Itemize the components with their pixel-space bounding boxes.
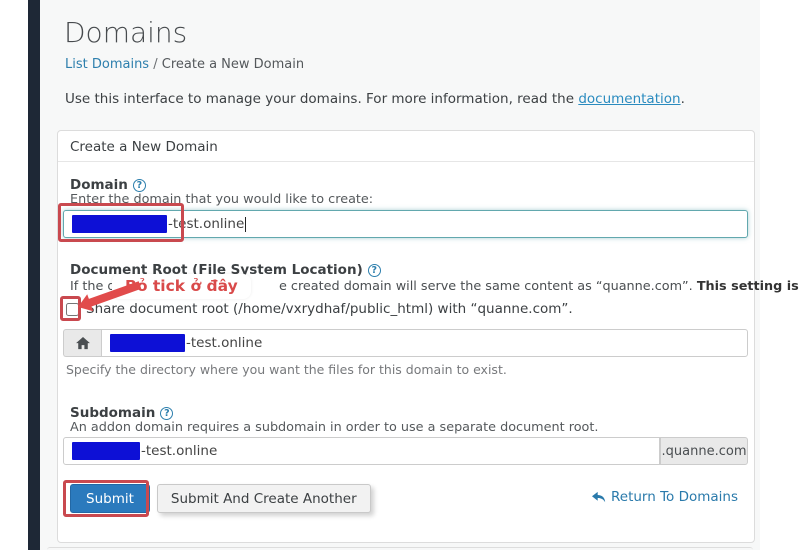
subdomain-field-hint: An addon domain requires a subdomain in … (70, 420, 598, 435)
create-domain-panel: Create a New Domain Domain? Enter the do… (57, 130, 755, 543)
docroot-desc-permanent: This setting is permanent. (697, 279, 800, 294)
docroot-input[interactable]: -test.online (101, 329, 748, 357)
share-docroot-label[interactable]: Share document root (/home/vxrydhaf/publ… (86, 301, 573, 317)
subdomain-suffix-addon: .quanne.com (660, 437, 748, 465)
docroot-input-value: -test.online (186, 335, 262, 351)
intro-before: Use this interface to manage your domain… (65, 91, 578, 107)
intro-after: . (681, 91, 685, 107)
share-docroot-checkbox[interactable] (66, 303, 79, 316)
redacted-subdomain-prefix (72, 442, 140, 460)
domain-field-label: Domain? (70, 174, 146, 193)
submit-and-create-another-button[interactable]: Submit And Create Another (157, 484, 371, 513)
subdomain-field-label: Subdomain? (70, 402, 173, 421)
help-icon[interactable]: ? (160, 407, 173, 420)
docroot-input-group: -test.online (63, 329, 748, 357)
breadcrumb-list-domains-link[interactable]: List Domains (65, 57, 149, 72)
reply-arrow-icon (591, 491, 606, 504)
domain-input[interactable]: -test.online (63, 210, 748, 238)
return-link-label: Return To Domains (611, 489, 738, 505)
subdomain-input[interactable]: -test.online (63, 437, 660, 465)
redacted-path-prefix (110, 334, 185, 352)
intro-text: Use this interface to manage your domain… (65, 91, 685, 107)
home-icon (63, 329, 101, 357)
breadcrumb-current: Create a New Domain (162, 57, 304, 72)
help-icon[interactable]: ? (133, 179, 146, 192)
annotation-callout: Bỏ tick ở đây (112, 274, 251, 299)
domain-input-value: -test.online (168, 216, 244, 232)
domain-field-hint: Enter the domain that you would like to … (70, 192, 373, 207)
redacted-domain-prefix (72, 215, 167, 233)
page-title: Domains (64, 16, 187, 49)
panel-header: Create a New Domain (58, 131, 754, 162)
panel-footer: Submit Submit And Create Another (70, 484, 371, 513)
breadcrumb: List Domains / Create a New Domain (65, 57, 304, 72)
submit-button[interactable]: Submit (70, 484, 150, 513)
docroot-hint: Specify the directory where you want the… (66, 362, 507, 377)
panel-title: Create a New Domain (70, 139, 218, 155)
help-icon[interactable]: ? (368, 264, 381, 277)
breadcrumb-separator: / (153, 57, 157, 72)
sidebar-edge-bar (28, 0, 40, 550)
subdomain-input-group: -test.online .quanne.com (63, 437, 748, 465)
share-docroot-row: Share document root (/home/vxrydhaf/publ… (66, 301, 573, 317)
return-to-domains-link[interactable]: Return To Domains (591, 489, 738, 505)
docroot-desc-after: e created domain will serve the same con… (279, 279, 697, 294)
documentation-link[interactable]: documentation (578, 91, 680, 107)
text-cursor (245, 217, 246, 232)
subdomain-input-value: -test.online (141, 443, 217, 459)
